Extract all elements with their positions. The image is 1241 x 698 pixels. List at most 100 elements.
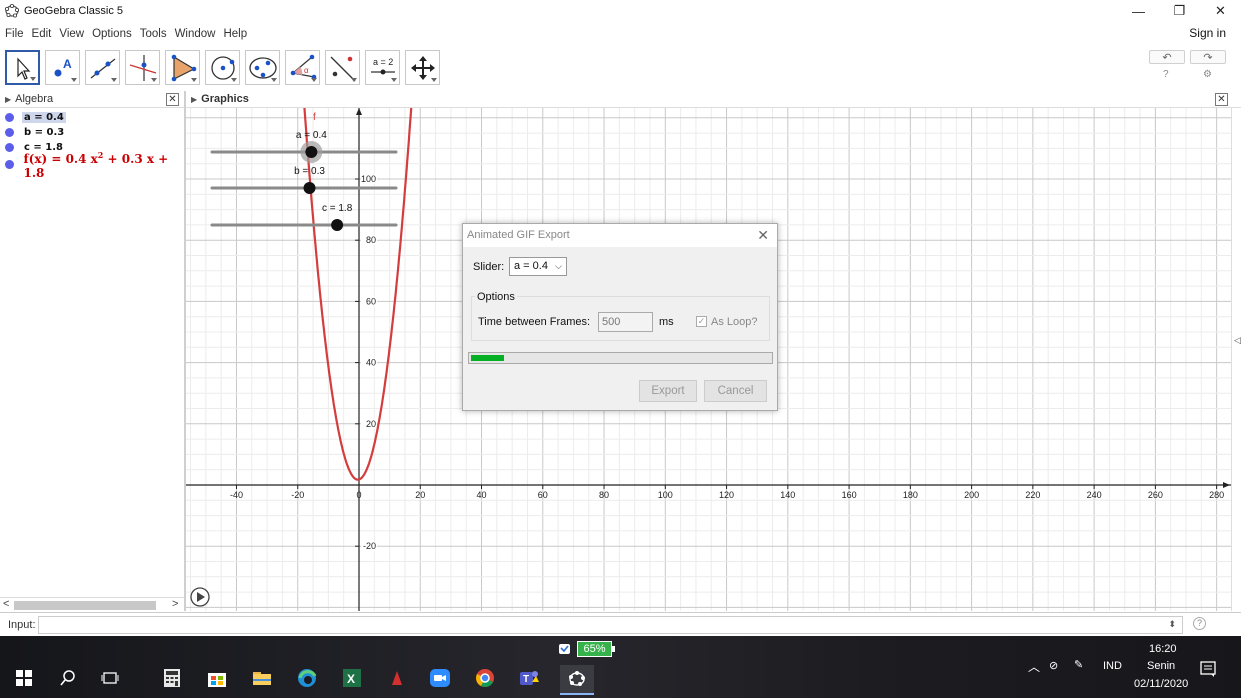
visibility-toggle-icon[interactable] <box>5 160 14 169</box>
slider-knob[interactable] <box>305 146 318 158</box>
help-icon[interactable]: ? <box>1163 69 1169 80</box>
input-field[interactable]: ⬍ <box>38 616 1183 634</box>
y-tick-label: 100 <box>361 174 376 184</box>
excel-icon[interactable]: X <box>340 667 364 689</box>
menu-options[interactable]: Options <box>88 28 136 40</box>
x-tick-label: 100 <box>658 490 673 500</box>
algebra-horizontal-scrollbar[interactable]: < > <box>0 597 184 611</box>
tool-menu-triangle-icon <box>30 77 36 81</box>
x-tick-label: 60 <box>538 490 548 500</box>
slider-knob[interactable] <box>331 219 344 231</box>
graphics-title: Graphics <box>201 93 249 105</box>
svg-text:α: α <box>304 66 309 75</box>
move-tool[interactable] <box>5 50 40 85</box>
network-icon[interactable]: ⊘ <box>1049 659 1058 672</box>
teams-icon[interactable]: T <box>517 667 541 689</box>
undo-button[interactable]: ↶ <box>1149 50 1185 64</box>
edge-browser-icon[interactable] <box>295 667 319 689</box>
visibility-toggle-icon[interactable] <box>5 143 14 152</box>
close-button[interactable]: ✕ <box>1200 0 1241 22</box>
cancel-button[interactable]: Cancel <box>704 380 767 402</box>
slider-tool[interactable]: a = 2 <box>365 50 400 85</box>
pen-icon[interactable]: ✎ <box>1074 658 1083 671</box>
battery-indicator: 65% <box>577 641 612 657</box>
polygon-tool[interactable] <box>165 50 200 85</box>
store-icon[interactable] <box>205 667 229 689</box>
minimize-button[interactable]: — <box>1118 0 1159 22</box>
title-bar: GeoGebra Classic 5 — ❐ ✕ <box>0 0 1241 22</box>
export-progress-bar <box>468 352 773 364</box>
circle-tool[interactable] <box>205 50 240 85</box>
sign-in-link[interactable]: Sign in <box>1189 26 1226 40</box>
algebra-item[interactable]: b = 0.3 <box>0 125 184 140</box>
time-between-frames-input[interactable]: 500 <box>598 312 653 332</box>
x-tick-label: -20 <box>291 490 304 500</box>
settings-gear-icon[interactable]: ⚙ <box>1203 69 1212 80</box>
slider-select[interactable]: a = 0.4 ⌵ <box>509 257 567 276</box>
geogebra-taskbar-icon[interactable] <box>560 665 594 695</box>
algebra-item[interactable]: a = 0.4 <box>0 110 184 125</box>
menu-view[interactable]: View <box>55 28 88 40</box>
collapse-triangle-icon[interactable]: ▶ <box>5 95 11 104</box>
y-axis-arrow-icon <box>356 108 362 115</box>
x-tick-label: 160 <box>842 490 857 500</box>
clock-day[interactable]: Senin <box>1147 660 1175 672</box>
chrome-icon[interactable] <box>473 667 497 689</box>
conic-tool[interactable] <box>245 50 280 85</box>
algebra-item-function[interactable]: f(x) = 0.4 x2 + 0.3 x + 1.8 <box>0 150 184 180</box>
scroll-left-icon[interactable]: < <box>3 598 9 610</box>
input-history-icon[interactable]: ⬍ <box>1168 619 1176 630</box>
expand-left-icon[interactable]: ◁ <box>1234 335 1241 346</box>
windows-start-icon[interactable] <box>12 667 36 689</box>
calculator-icon[interactable] <box>160 667 184 689</box>
restore-button[interactable]: ❐ <box>1159 0 1200 22</box>
x-tick-label: -40 <box>230 490 243 500</box>
move-graphics-view-tool[interactable] <box>405 50 440 85</box>
slider-knob[interactable] <box>303 182 316 194</box>
language-indicator[interactable]: IND <box>1103 660 1122 672</box>
scroll-thumb[interactable] <box>14 601 156 610</box>
collapse-triangle-icon[interactable]: ▶ <box>191 95 197 104</box>
reflect-tool[interactable] <box>325 50 360 85</box>
tool-menu-triangle-icon <box>351 78 357 82</box>
visibility-toggle-icon[interactable] <box>5 113 14 122</box>
angle-tool[interactable]: α <box>285 50 320 85</box>
right-panel-handle[interactable]: ◁ <box>1231 108 1241 611</box>
as-loop-checkbox[interactable]: ✓ <box>696 316 707 327</box>
algebra-list: a = 0.4 b = 0.3 c = 1.8 f(x) = 0.4 x2 + … <box>0 110 184 180</box>
menu-help[interactable]: Help <box>219 28 251 40</box>
tool-menu-triangle-icon <box>311 78 317 82</box>
algebra-panel-header: ▶ Algebra ✕ <box>0 91 184 108</box>
point-tool[interactable]: A <box>45 50 80 85</box>
input-help-icon[interactable]: ? <box>1193 617 1206 630</box>
show-hidden-icons[interactable]: ︿ <box>1028 658 1040 675</box>
dialog-close-icon[interactable]: ✕ <box>757 227 769 244</box>
action-center-icon[interactable] <box>1199 660 1223 682</box>
task-view-icon[interactable] <box>98 667 122 689</box>
x-tick-label: 180 <box>903 490 918 500</box>
x-tick-label: 40 <box>477 490 487 500</box>
menu-tools[interactable]: Tools <box>136 28 171 40</box>
export-button[interactable]: Export <box>639 380 697 402</box>
close-graphics-icon[interactable]: ✕ <box>1215 93 1228 106</box>
menu-file[interactable]: File <box>0 28 28 40</box>
visibility-toggle-icon[interactable] <box>5 128 14 137</box>
close-algebra-icon[interactable]: ✕ <box>166 93 179 106</box>
clock-date[interactable]: 02/11/2020 <box>1134 678 1188 690</box>
slider-label: c = 1.8 <box>322 203 353 214</box>
zoom-icon[interactable] <box>428 667 452 689</box>
file-explorer-icon[interactable] <box>250 667 274 689</box>
windows-taskbar: 65% X T ︿ ⊘ ✎ IND 16:20 Senin 02/11/2020 <box>0 636 1241 698</box>
redo-button[interactable]: ↷ <box>1190 50 1226 64</box>
search-icon[interactable] <box>56 667 80 689</box>
y-tick-label: 60 <box>366 296 376 306</box>
pdf-reader-icon[interactable] <box>385 667 409 689</box>
line-tool[interactable] <box>85 50 120 85</box>
clock-time[interactable]: 16:20 <box>1149 643 1177 655</box>
menu-edit[interactable]: Edit <box>28 28 56 40</box>
as-loop-label: As Loop? <box>711 316 758 328</box>
scroll-right-icon[interactable]: > <box>172 598 178 610</box>
y-tick-label: 40 <box>366 358 376 368</box>
perpendicular-line-tool[interactable] <box>125 50 160 85</box>
menu-window[interactable]: Window <box>171 28 220 40</box>
